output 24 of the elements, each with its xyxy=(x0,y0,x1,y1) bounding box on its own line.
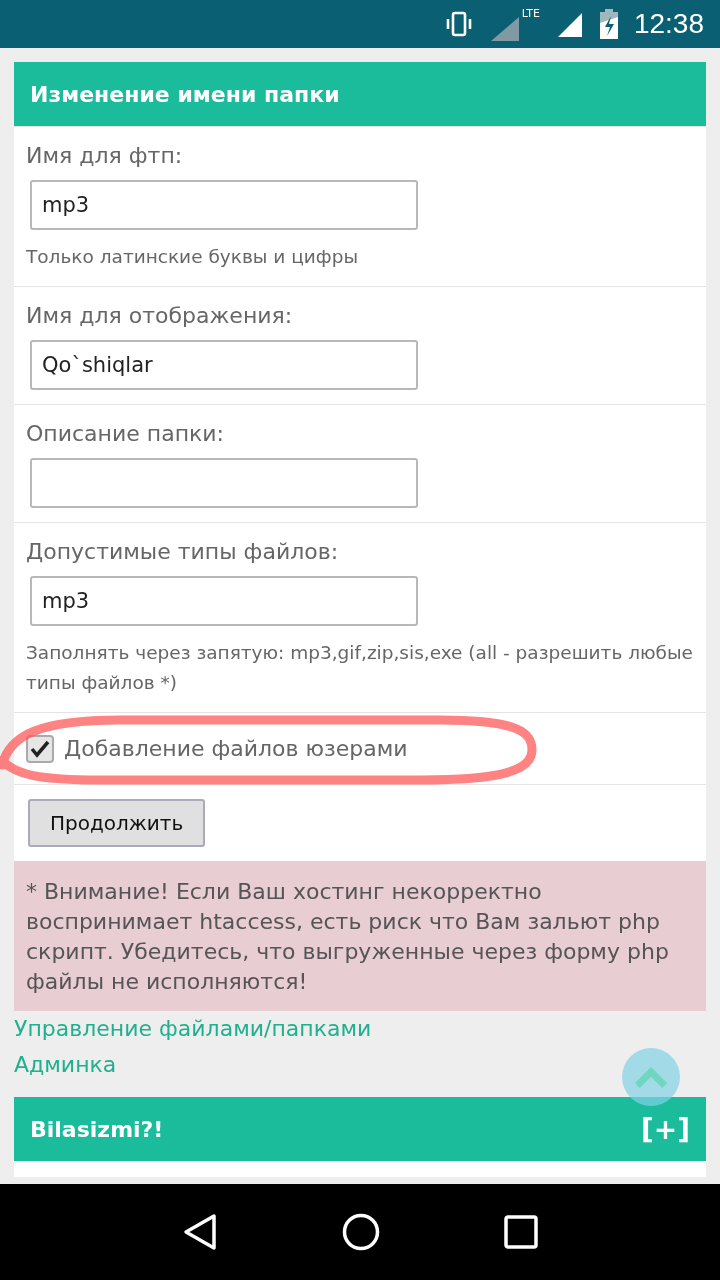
clock: 12:38 xyxy=(633,8,704,40)
checkbox-label: Добавление файлов юзерами xyxy=(64,736,408,761)
battery-icon xyxy=(599,9,618,39)
continue-button[interactable]: Продолжить xyxy=(28,799,206,847)
input-field[interactable]: mp3 xyxy=(30,576,418,626)
warning-message: * Внимание! Если Ваш хостинг некорректно воспринимает htaccess, есть риск что Вам зальют php скрипт. Убедитесь, что выгруженные через форму php файлы не исполняются! xyxy=(14,861,706,1011)
recents-icon[interactable] xyxy=(504,1215,538,1249)
home-icon[interactable] xyxy=(342,1213,380,1251)
field-hint: Только латинские буквы и цифры xyxy=(26,245,358,269)
field-label: Имя для фтп: xyxy=(26,143,183,168)
up-arrow-icon xyxy=(635,1066,667,1088)
input-field[interactable] xyxy=(30,458,418,508)
panel-header: Изменение имени папки xyxy=(14,62,706,126)
input-field[interactable]: mp3 xyxy=(30,180,418,230)
back-icon[interactable] xyxy=(182,1213,218,1251)
checkbox[interactable] xyxy=(26,734,54,763)
input-field[interactable]: Qo`shiqlar xyxy=(30,340,418,390)
panel-title: Bilasizmi?! xyxy=(30,1116,164,1142)
vibrate-icon xyxy=(444,10,473,38)
field-hint: Заполнять через запятую: mp3,gif,zip,sis,exe (all - разрешить любые типы файлов *) xyxy=(26,641,694,695)
field-label: Описание папки: xyxy=(26,421,225,446)
field-label: Допустимые типы файлов: xyxy=(26,539,339,564)
network-type: LTE xyxy=(521,7,540,20)
field-label: Имя для отображения: xyxy=(26,303,293,328)
